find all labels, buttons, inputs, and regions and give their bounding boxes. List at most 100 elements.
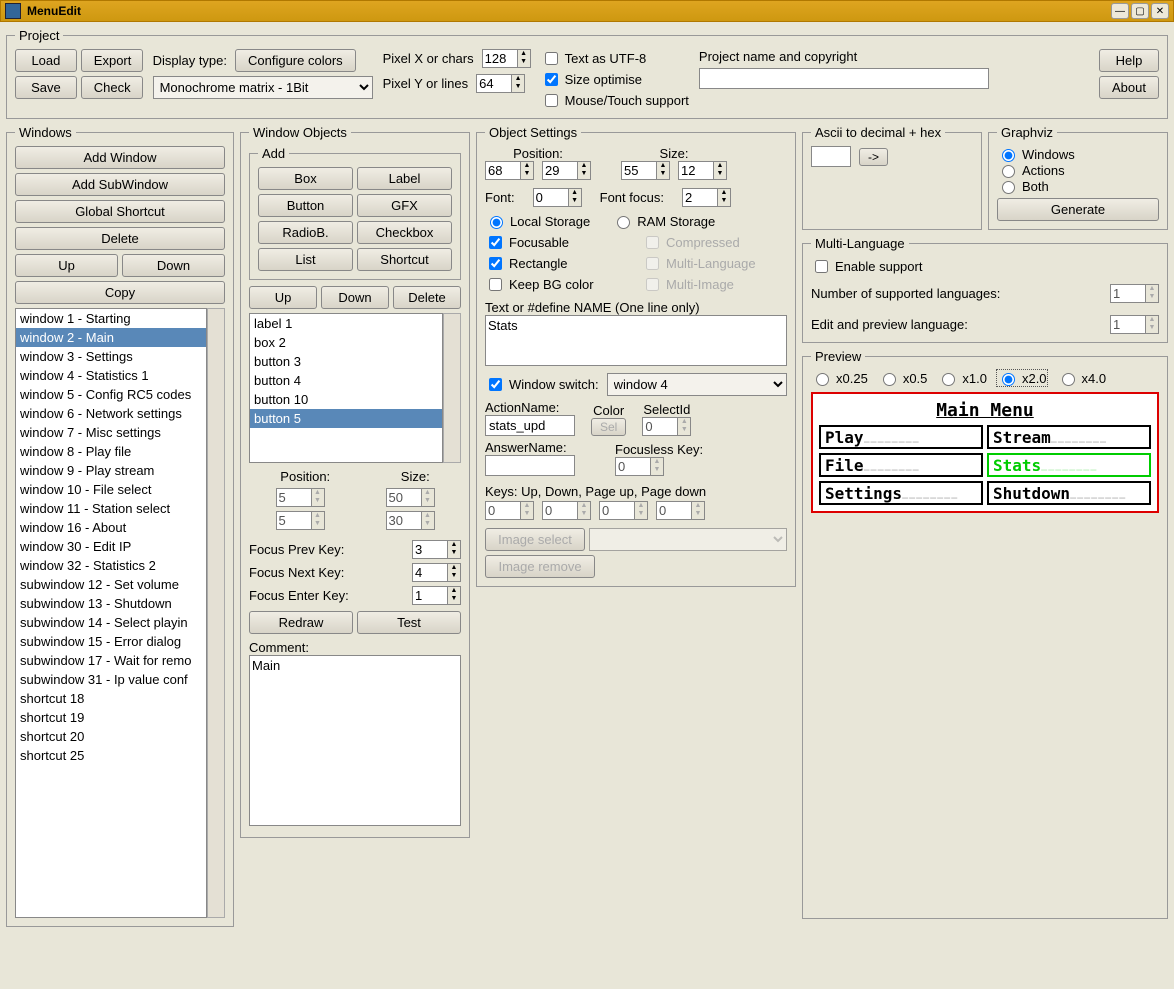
delete-window-button[interactable]: Delete — [15, 227, 225, 250]
font-focus-spin[interactable]: ▲▼ — [682, 188, 731, 207]
text-utf8-checkbox[interactable]: Text as UTF-8 — [541, 49, 689, 68]
add-button-button[interactable]: Button — [258, 194, 353, 217]
list-item[interactable]: shortcut 19 — [16, 708, 206, 727]
list-item[interactable]: box 2 — [250, 333, 442, 352]
add-shortcut-button[interactable]: Shortcut — [357, 248, 452, 271]
zoom-025-radio[interactable]: x0.25 — [811, 370, 868, 386]
list-item[interactable]: subwindow 13 - Shutdown — [16, 594, 206, 613]
enable-multilang-checkbox[interactable]: Enable support — [811, 257, 1159, 276]
ascii-convert-button[interactable]: -> — [859, 148, 888, 166]
list-item[interactable]: window 7 - Misc settings — [16, 423, 206, 442]
objects-list[interactable]: label 1box 2button 3button 4button 10but… — [249, 313, 443, 463]
ascii-input[interactable] — [811, 146, 851, 167]
list-item[interactable]: subwindow 17 - Wait for remo — [16, 651, 206, 670]
copy-window-button[interactable]: Copy — [15, 281, 225, 304]
test-button[interactable]: Test — [357, 611, 461, 634]
objects-scrollbar[interactable] — [443, 313, 461, 463]
object-delete-button[interactable]: Delete — [393, 286, 461, 309]
object-down-button[interactable]: Down — [321, 286, 389, 309]
font-spin[interactable]: ▲▼ — [533, 188, 582, 207]
list-item[interactable]: window 3 - Settings — [16, 347, 206, 366]
list-item[interactable]: window 9 - Play stream — [16, 461, 206, 480]
size-optimise-checkbox[interactable]: Size optimise — [541, 70, 689, 89]
zoom-10-radio[interactable]: x1.0 — [937, 370, 987, 386]
export-button[interactable]: Export — [81, 49, 143, 72]
local-storage-radio[interactable]: Local Storage — [485, 213, 590, 229]
action-name-input[interactable] — [485, 415, 575, 436]
list-item[interactable]: button 10 — [250, 390, 442, 409]
zoom-05-radio[interactable]: x0.5 — [878, 370, 928, 386]
keep-bg-checkbox[interactable]: Keep BG color — [485, 275, 630, 294]
pixel-y-spinner[interactable]: ▲▼ — [476, 74, 525, 93]
global-shortcut-button[interactable]: Global Shortcut — [15, 200, 225, 223]
gv-windows-radio[interactable]: Windows — [997, 146, 1159, 162]
list-item[interactable]: shortcut 20 — [16, 727, 206, 746]
add-list-button[interactable]: List — [258, 248, 353, 271]
list-item[interactable]: window 4 - Statistics 1 — [16, 366, 206, 385]
list-item[interactable]: window 8 - Play file — [16, 442, 206, 461]
os-size-w[interactable]: ▲▼ — [621, 161, 670, 180]
window-switch-select[interactable]: window 4 — [607, 373, 787, 396]
list-item[interactable]: window 11 - Station select — [16, 499, 206, 518]
redraw-button[interactable]: Redraw — [249, 611, 353, 634]
list-item[interactable]: window 2 - Main — [16, 328, 206, 347]
add-gfx-button[interactable]: GFX — [357, 194, 452, 217]
list-item[interactable]: button 5 — [250, 409, 442, 428]
list-item[interactable]: subwindow 15 - Error dialog — [16, 632, 206, 651]
help-button[interactable]: Help — [1099, 49, 1159, 72]
window-up-button[interactable]: Up — [15, 254, 118, 277]
focus-next-spin[interactable]: ▲▼ — [412, 563, 461, 582]
add-subwindow-button[interactable]: Add SubWindow — [15, 173, 225, 196]
rectangle-checkbox[interactable]: Rectangle — [485, 254, 630, 273]
ram-storage-radio[interactable]: RAM Storage — [612, 213, 715, 229]
object-up-button[interactable]: Up — [249, 286, 317, 309]
list-item[interactable]: window 16 - About — [16, 518, 206, 537]
add-radio-button[interactable]: RadioB. — [258, 221, 353, 244]
list-item[interactable]: label 1 — [250, 314, 442, 333]
window-down-button[interactable]: Down — [122, 254, 225, 277]
display-type-select[interactable]: Monochrome matrix - 1Bit — [153, 76, 373, 99]
add-window-button[interactable]: Add Window — [15, 146, 225, 169]
windows-scrollbar[interactable] — [207, 308, 225, 918]
save-button[interactable]: Save — [15, 76, 77, 99]
add-label-button[interactable]: Label — [357, 167, 452, 190]
list-item[interactable]: shortcut 25 — [16, 746, 206, 765]
zoom-20-radio[interactable]: x2.0 — [997, 370, 1047, 386]
minimize-button[interactable]: ― — [1111, 3, 1129, 19]
close-button[interactable]: ✕ — [1151, 3, 1169, 19]
focusable-checkbox[interactable]: Focusable — [485, 233, 630, 252]
load-button[interactable]: Load — [15, 49, 77, 72]
maximize-button[interactable]: ▢ — [1131, 3, 1149, 19]
list-item[interactable]: button 3 — [250, 352, 442, 371]
list-item[interactable]: subwindow 31 - Ip value conf — [16, 670, 206, 689]
list-item[interactable]: window 32 - Statistics 2 — [16, 556, 206, 575]
add-box-button[interactable]: Box — [258, 167, 353, 190]
list-item[interactable]: window 5 - Config RC5 codes — [16, 385, 206, 404]
list-item[interactable]: window 10 - File select — [16, 480, 206, 499]
gv-both-radio[interactable]: Both — [997, 178, 1159, 194]
gv-actions-radio[interactable]: Actions — [997, 162, 1159, 178]
zoom-40-radio[interactable]: x4.0 — [1057, 370, 1107, 386]
os-size-h[interactable]: ▲▼ — [678, 161, 727, 180]
os-pos-y[interactable]: ▲▼ — [542, 161, 591, 180]
focus-prev-spin[interactable]: ▲▼ — [412, 540, 461, 559]
mouse-touch-checkbox[interactable]: Mouse/Touch support — [541, 91, 689, 110]
check-button[interactable]: Check — [81, 76, 143, 99]
windows-list[interactable]: window 1 - Startingwindow 2 - Mainwindow… — [15, 308, 207, 918]
list-item[interactable]: subwindow 12 - Set volume — [16, 575, 206, 594]
os-pos-x[interactable]: ▲▼ — [485, 161, 534, 180]
list-item[interactable]: window 1 - Starting — [16, 309, 206, 328]
project-name-input[interactable] — [699, 68, 989, 89]
add-checkbox-button[interactable]: Checkbox — [357, 221, 452, 244]
window-switch-checkbox[interactable]: Window switch: — [485, 375, 599, 394]
generate-button[interactable]: Generate — [997, 198, 1159, 221]
list-item[interactable]: window 6 - Network settings — [16, 404, 206, 423]
list-item[interactable]: button 4 — [250, 371, 442, 390]
list-item[interactable]: subwindow 14 - Select playin — [16, 613, 206, 632]
configure-colors-button[interactable]: Configure colors — [235, 49, 356, 72]
focus-enter-spin[interactable]: ▲▼ — [412, 586, 461, 605]
comment-textarea[interactable]: Main — [249, 655, 461, 826]
text-define-textarea[interactable]: Stats — [485, 315, 787, 366]
list-item[interactable]: shortcut 18 — [16, 689, 206, 708]
list-item[interactable]: window 30 - Edit IP — [16, 537, 206, 556]
